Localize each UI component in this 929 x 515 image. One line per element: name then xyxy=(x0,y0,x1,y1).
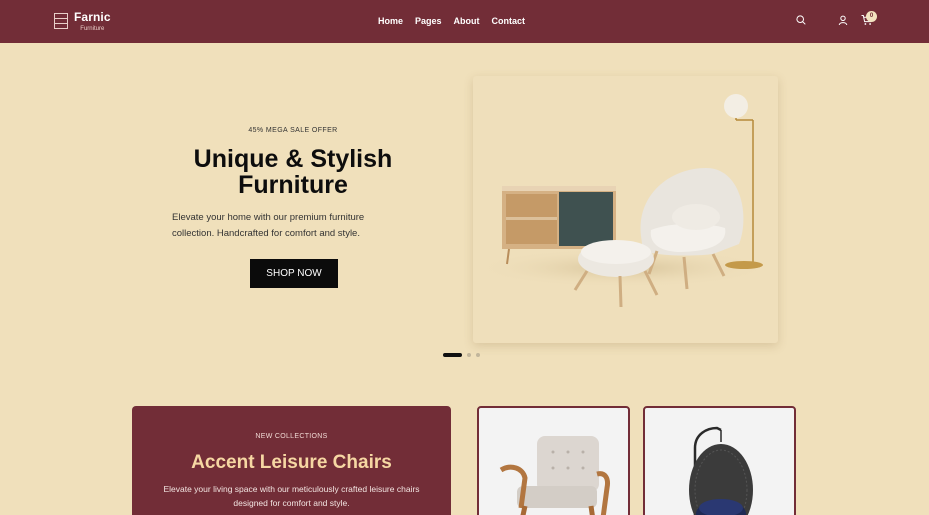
hero-furniture-image xyxy=(473,94,773,308)
brand-tagline: Furniture xyxy=(80,26,105,32)
brand-name: Farnic xyxy=(74,10,111,24)
carousel-indicators xyxy=(443,353,480,357)
collection-description: Elevate your living space with our metic… xyxy=(132,482,451,510)
carousel-dot-1[interactable] xyxy=(443,353,462,357)
armchair-image xyxy=(499,436,610,515)
hero-kicker: 45% MEGA SALE OFFER xyxy=(248,127,338,134)
hero-text: 45% MEGA SALE OFFER Unique & Stylish Fur… xyxy=(150,124,436,198)
product-card-armchair[interactable] xyxy=(477,406,630,515)
collection-promo-card[interactable]: NEW COLLECTIONS Accent Leisure Chairs El… xyxy=(132,406,451,515)
collection-title: Accent Leisure Chairs xyxy=(191,452,392,473)
nav-pages[interactable]: Pages xyxy=(415,15,442,27)
hero-description: Elevate your home with our premium furni… xyxy=(172,210,422,242)
shop-now-button[interactable]: SHOP NOW xyxy=(250,259,338,288)
hero-title: Unique & Stylish Furniture xyxy=(150,146,436,198)
hanging-chair-image xyxy=(689,426,753,515)
hero-description-line-1: Elevate your home with our premium furni… xyxy=(172,212,365,223)
cart-count-badge: 0 xyxy=(866,11,877,22)
collection-kicker: NEW COLLECTIONS xyxy=(255,433,328,440)
search-icon[interactable] xyxy=(796,15,806,25)
hero-title-line-2: Furniture xyxy=(238,171,348,199)
collection-description-line-1: Elevate your living space with our metic… xyxy=(163,484,420,494)
site-header: Farnic Furniture Home Pages About Contac… xyxy=(0,0,929,43)
hero-image-card xyxy=(473,76,778,343)
menu-grid-icon xyxy=(54,13,68,29)
nav-contact[interactable]: Contact xyxy=(492,15,526,27)
carousel-dot-3[interactable] xyxy=(476,353,480,357)
hero-title-line-1: Unique & Stylish xyxy=(193,145,393,173)
logo[interactable]: Farnic Furniture xyxy=(54,10,111,33)
carousel-dot-2[interactable] xyxy=(467,353,471,357)
user-icon[interactable] xyxy=(838,15,848,26)
nav-home[interactable]: Home xyxy=(378,15,403,27)
main-nav: Home Pages About Contact xyxy=(378,15,525,27)
collection-description-line-2: designed for comfort and style. xyxy=(233,498,350,508)
hero-description-line-2: collection. Handcrafted for comfort and … xyxy=(172,228,360,239)
nav-about[interactable]: About xyxy=(454,15,480,27)
product-card-hanging-chair[interactable] xyxy=(643,406,796,515)
